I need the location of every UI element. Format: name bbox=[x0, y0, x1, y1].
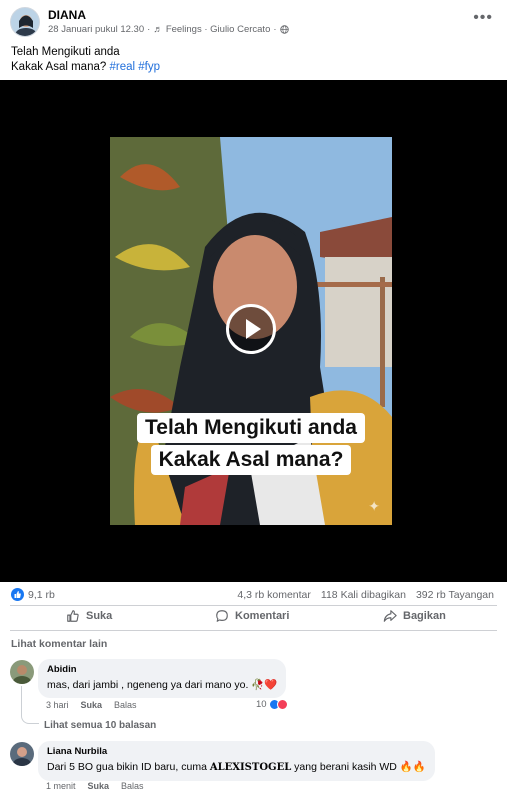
reaction-count: 10 bbox=[256, 699, 267, 710]
comment-reactions[interactable]: 10 bbox=[256, 699, 288, 710]
post-caption: Telah Mengikuti anda Kakak Asal mana? #r… bbox=[11, 45, 160, 75]
play-icon bbox=[246, 319, 261, 339]
comment-count[interactable]: 4,3 rb komentar bbox=[237, 589, 311, 601]
comment-time[interactable]: 1 menit bbox=[46, 781, 76, 791]
share-button[interactable]: Bagikan bbox=[383, 609, 446, 623]
see-all-replies-link[interactable]: Lihat semua 10 balasan bbox=[44, 720, 156, 731]
overlay-line-1: Telah Mengikuti anda bbox=[137, 413, 365, 443]
post-meta: 28 Januari pukul 12.30 · ♬ Feelings · Gi… bbox=[48, 24, 289, 35]
share-icon bbox=[383, 610, 397, 622]
video-thumbnail[interactable]: Telah Mengikuti anda Kakak Asal mana? ✦ bbox=[110, 137, 392, 525]
sparkle-icon: ✦ bbox=[368, 498, 380, 514]
commenter-avatar[interactable] bbox=[10, 660, 34, 684]
commenter-avatar[interactable] bbox=[10, 742, 34, 766]
action-bar: Suka Komentari Bagikan bbox=[0, 606, 507, 630]
comment-like-button[interactable]: Suka bbox=[88, 781, 110, 791]
video-overlay-text: Telah Mengikuti anda Kakak Asal mana? bbox=[126, 413, 376, 475]
stats-right: 4,3 rb komentar 118 Kali dibagikan 392 r… bbox=[237, 589, 494, 601]
caption-line-2: Kakak Asal mana? #real #fyp bbox=[11, 61, 160, 73]
reply-thread-line bbox=[21, 686, 39, 724]
thumbs-up-icon bbox=[67, 610, 79, 622]
like-label: Suka bbox=[86, 610, 113, 622]
comment-reply-button[interactable]: Balas bbox=[121, 781, 144, 791]
comment-time[interactable]: 3 hari bbox=[46, 700, 69, 710]
share-count[interactable]: 118 Kali dibagikan bbox=[321, 589, 406, 601]
commenter-name[interactable]: Abidin bbox=[47, 664, 277, 676]
divider-bottom bbox=[10, 630, 497, 631]
brand-name: ALEXISTOGEL bbox=[209, 762, 292, 773]
caption-line-1: Telah Mengikuti anda bbox=[11, 46, 120, 58]
comment-bubble: Abidin mas, dari jambi , ngeneng ya dari… bbox=[38, 659, 287, 698]
audio-title[interactable]: Feelings · Giulio Cercato bbox=[166, 24, 271, 35]
author-name[interactable]: DIANA bbox=[48, 8, 86, 22]
post-timestamp[interactable]: 28 Januari pukul 12.30 bbox=[48, 24, 144, 35]
love-reaction-icon bbox=[276, 699, 288, 710]
overlay-line-2: Kakak Asal mana? bbox=[150, 445, 352, 475]
globe-icon bbox=[279, 25, 289, 34]
hashtags[interactable]: #real #fyp bbox=[109, 61, 160, 73]
comment-text: mas, dari jambi , ngeneng ya dari mano y… bbox=[47, 679, 278, 691]
comment-meta: 1 menit Suka Balas bbox=[46, 781, 144, 791]
view-count: 392 rb Tayangan bbox=[415, 589, 494, 601]
author-avatar[interactable] bbox=[10, 7, 40, 37]
see-more-comments-link[interactable]: Lihat komentar lain bbox=[11, 638, 107, 650]
post-stats: 9,1 rb 4,3 rb komentar 118 Kali dibagika… bbox=[0, 584, 507, 606]
share-label: Bagikan bbox=[403, 610, 446, 622]
comment-like-button[interactable]: Suka bbox=[81, 700, 103, 710]
comment-reply-button[interactable]: Balas bbox=[114, 700, 137, 710]
comment-bubble: Liana Nurbila Dari 5 BO gua bikin ID bar… bbox=[38, 741, 435, 781]
comment-button[interactable]: Komentari bbox=[215, 609, 289, 623]
like-count[interactable]: 9,1 rb bbox=[28, 589, 55, 601]
like-reaction-icon[interactable] bbox=[11, 588, 24, 601]
video-player[interactable]: Telah Mengikuti anda Kakak Asal mana? ✦ bbox=[0, 80, 507, 582]
comment-text: Dari 5 BO gua bikin ID baru, cuma ALEXIS… bbox=[47, 761, 426, 773]
post-header: DIANA 28 Januari pukul 12.30 · ♬ Feeling… bbox=[0, 0, 507, 42]
comment-label: Komentari bbox=[235, 610, 290, 622]
more-options-icon[interactable]: ••• bbox=[473, 10, 493, 26]
commenter-name[interactable]: Liana Nurbila bbox=[47, 746, 426, 758]
facebook-post: DIANA 28 Januari pukul 12.30 · ♬ Feeling… bbox=[0, 0, 507, 800]
comment-meta: 3 hari Suka Balas bbox=[46, 700, 137, 710]
music-note-icon: ♬ bbox=[153, 24, 163, 35]
play-button[interactable] bbox=[226, 304, 276, 354]
like-button[interactable]: Suka bbox=[66, 609, 112, 623]
comment-icon bbox=[216, 610, 228, 622]
